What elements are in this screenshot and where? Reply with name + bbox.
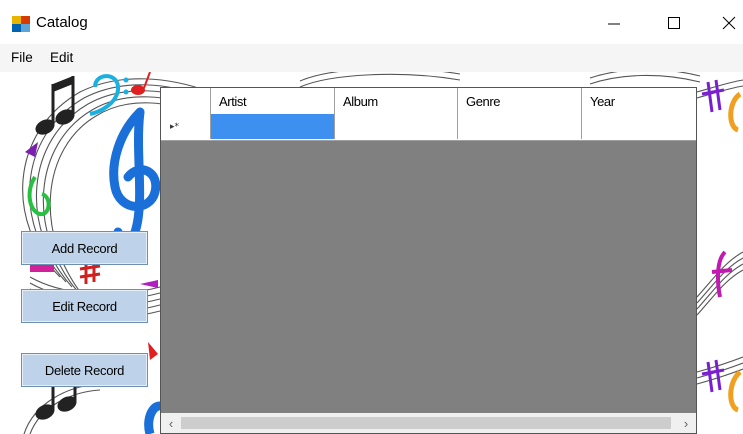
staff-lines-top [299, 72, 701, 88]
green-clef-icon [27, 175, 51, 217]
magenta-note-small-icon [140, 280, 158, 288]
cell-artist[interactable] [211, 114, 335, 139]
horizontal-scrollbar[interactable]: ‹ › [161, 413, 696, 433]
orange-note-lower-icon [728, 370, 742, 413]
maximize-icon [668, 17, 680, 29]
new-row-marker-icon: ▸* [170, 122, 180, 132]
records-data-grid[interactable]: Artist Album Genre Year ▸* ‹ › [160, 87, 697, 434]
title-bar[interactable]: Catalog [0, 0, 743, 44]
delete-record-button[interactable]: Delete Record [21, 353, 148, 387]
close-button[interactable] [706, 7, 743, 39]
add-record-button[interactable]: Add Record [21, 231, 148, 265]
cell-genre[interactable] [458, 114, 582, 139]
catalog-window: Catalog File Edit Add Record Edit Record… [0, 0, 743, 434]
minimize-icon [608, 23, 620, 25]
column-header-artist[interactable]: Artist [211, 88, 335, 114]
column-header-year[interactable]: Year [582, 88, 696, 114]
cell-year[interactable] [582, 114, 696, 139]
maximize-button[interactable] [651, 7, 697, 39]
red-note-lower-icon [148, 342, 158, 360]
edit-record-button[interactable]: Edit Record [21, 289, 148, 323]
grid-corner-header[interactable] [161, 88, 211, 114]
scroll-left-arrow-icon[interactable]: ‹ [163, 414, 179, 432]
minimize-button[interactable] [591, 7, 637, 39]
row-header-new[interactable]: ▸* [161, 114, 211, 139]
treble-clef-icon [109, 107, 161, 246]
red-note-icon [131, 85, 145, 95]
close-icon [722, 16, 736, 30]
table-row[interactable]: ▸* [161, 114, 696, 141]
form-client-area: Add Record Edit Record Delete Record Art… [0, 72, 743, 434]
app-icon [12, 16, 30, 32]
column-header-genre[interactable]: Genre [458, 88, 582, 114]
grid-header-row: Artist Album Genre Year [161, 88, 696, 115]
magenta-mark-icon [30, 265, 54, 272]
scrollbar-thumb[interactable] [181, 417, 671, 429]
window-title: Catalog [36, 14, 88, 31]
staff-lines-right [696, 79, 743, 385]
menu-edit[interactable]: Edit [50, 50, 73, 65]
scroll-right-arrow-icon[interactable]: › [678, 414, 694, 432]
orange-note-icon [728, 91, 742, 133]
menu-bar: File Edit [0, 44, 743, 72]
cell-album[interactable] [335, 114, 458, 139]
menu-file[interactable]: File [11, 50, 33, 65]
column-header-album[interactable]: Album [335, 88, 458, 114]
